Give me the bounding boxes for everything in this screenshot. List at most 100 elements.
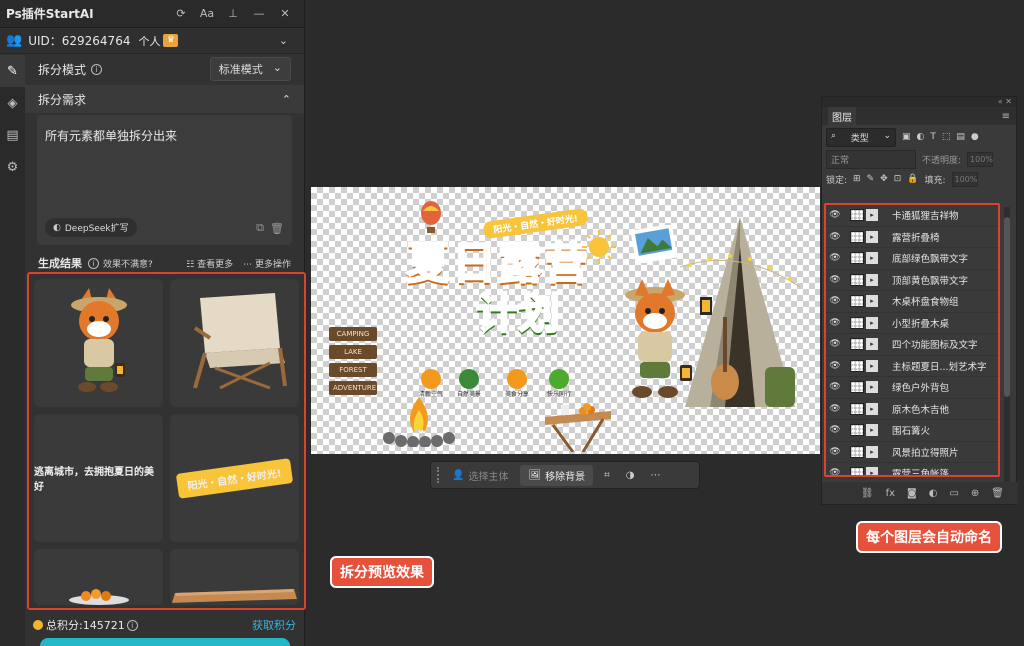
lock-move-icon[interactable]: ✥ — [880, 174, 888, 184]
select-subject-button[interactable]: 👤 选择主体 — [446, 465, 514, 486]
eye-icon[interactable]: 👁 — [826, 404, 844, 414]
scrollbar-thumb[interactable] — [1004, 217, 1010, 397]
eye-icon[interactable]: 👁 — [826, 361, 844, 371]
opacity-field[interactable]: 100% — [967, 151, 994, 167]
panel-menu-icon[interactable]: ≡ — [1002, 111, 1010, 122]
user-info-row[interactable]: 👥 UID：629264764 个人 ♛ ⌄ — [0, 28, 304, 54]
lock-icon[interactable]: 🔒 — [907, 174, 918, 184]
result-tile-text-ribbon[interactable]: 逃离城市，去拥抱夏日的美好 — [34, 414, 163, 542]
filter-shape-icon[interactable]: ⬚ — [942, 132, 951, 142]
new-layer-icon[interactable]: ⊕ — [971, 488, 979, 499]
not-satisfied-link[interactable]: 效果不满意? — [103, 257, 153, 270]
link-layers-icon[interactable]: ⛓ — [861, 488, 874, 499]
chevron-down-icon[interactable]: ⌄ — [279, 34, 288, 47]
layer-row[interactable]: 👁 ▸ 露营三角帐篷 — [826, 463, 998, 475]
layer-row[interactable]: 👁 ▸ 原木色木吉他 — [826, 399, 998, 420]
result-tile-chair[interactable] — [170, 279, 299, 407]
history-icon[interactable]: ⧉ — [256, 221, 264, 235]
eye-icon[interactable]: 👁 — [826, 275, 844, 285]
sign-board: LAKE — [329, 345, 377, 359]
layer-row[interactable]: 👁 ▸ 四个功能图标及文字 — [826, 334, 998, 356]
lock-brush-icon[interactable]: ✎ — [867, 174, 875, 184]
layer-row[interactable]: 👁 ▸ 绿色户外背包 — [826, 377, 998, 399]
eye-icon[interactable]: 👁 — [826, 468, 844, 475]
more-icon[interactable]: ⋯ — [646, 470, 666, 481]
eye-icon[interactable]: 👁 — [826, 253, 844, 263]
result-tile-table[interactable] — [170, 549, 299, 605]
trash-icon[interactable]: 🗑 — [991, 488, 1004, 499]
get-points-link[interactable]: 获取积分 — [252, 617, 296, 633]
chevron-up-icon[interactable]: ⌃ — [282, 93, 291, 106]
gear-icon[interactable]: ⚙ — [0, 151, 25, 183]
document-canvas[interactable]: 阳光・自然・好时光! 夏日露营 计划 CAMPING LAKE FOREST A… — [311, 187, 820, 454]
tab-layers[interactable]: 图层 — [828, 106, 856, 126]
info-icon[interactable]: i — [126, 619, 138, 631]
filter-type-icon[interactable]: T — [930, 132, 936, 142]
close-icon[interactable]: ✕ — [272, 7, 298, 20]
result-tile-fox[interactable] — [34, 279, 163, 407]
lock-transparent-icon[interactable]: ⊞ — [853, 174, 861, 184]
group-folder-icon[interactable]: ▭ — [949, 488, 958, 499]
collapse-icon[interactable]: « — [998, 97, 1003, 106]
fill-field[interactable]: 100% — [951, 171, 978, 187]
drag-handle[interactable] — [437, 467, 440, 483]
split-need-input[interactable]: 所有元素都单独拆分出来 ◐ DeepSeek扩写 ⧉ 🗑 — [37, 115, 292, 245]
result-tile-food[interactable] — [34, 549, 163, 605]
eye-icon[interactable]: 👁 — [826, 210, 844, 220]
split-need-header[interactable]: 拆分需求 ⌃ — [25, 85, 304, 113]
layer-kind-select[interactable]: ⌕ 类型 ⌄ — [826, 127, 896, 147]
mask-icon[interactable]: ◙ — [907, 488, 917, 499]
layer-row[interactable]: 👁 ▸ 围石篝火 — [826, 420, 998, 442]
panel-collapse-bar[interactable]: « ✕ — [822, 97, 1016, 107]
refresh-icon[interactable]: ⟳ — [168, 7, 194, 20]
info-icon[interactable]: i — [88, 257, 99, 269]
eye-icon[interactable]: 👁 — [826, 425, 844, 435]
pin-icon[interactable]: ⊥ — [220, 7, 246, 20]
filter-adjustment-icon[interactable]: ◐ — [917, 132, 925, 142]
document-icon[interactable]: ▤ — [0, 119, 25, 151]
eye-icon[interactable]: 👁 — [826, 382, 844, 392]
see-more-label: 查看更多 — [197, 259, 234, 270]
layer-row[interactable]: 👁 ▸ 主标题夏日...划艺术字 — [826, 356, 998, 377]
filter-toggle-icon[interactable]: ● — [971, 132, 979, 142]
layer-row[interactable]: 👁 ▸ 底部绿色飘带文字 — [826, 248, 998, 270]
lock-artboard-icon[interactable]: ⊡ — [894, 174, 902, 184]
eye-icon[interactable]: 👁 — [826, 296, 844, 306]
split-mode-select[interactable]: 标准模式 ⌄ — [209, 57, 291, 81]
table-image — [171, 589, 298, 603]
deepseek-expand-button[interactable]: ◐ DeepSeek扩写 — [45, 218, 137, 237]
layer-row[interactable]: 👁 ▸ 木桌杯盘食物组 — [826, 291, 998, 313]
blend-mode-select[interactable]: 正常 — [826, 149, 916, 169]
primary-action-button[interactable] — [40, 638, 290, 646]
eye-icon[interactable]: 👁 — [826, 447, 844, 457]
font-size-icon[interactable]: Aa — [194, 7, 220, 20]
result-tile-yellow-ribbon[interactable]: 阳光・自然・好时光! — [170, 414, 299, 542]
info-icon[interactable]: i — [91, 63, 103, 75]
smart-object-icon: ▸ — [866, 273, 878, 286]
fx-icon[interactable]: fx — [886, 488, 895, 499]
adjustment-layer-icon[interactable]: ◐ — [929, 488, 938, 499]
trash-icon[interactable]: 🗑 — [270, 222, 284, 235]
layer-row[interactable]: 👁 ▸ 顶部黄色飘带文字 — [826, 270, 998, 291]
filter-smart-object-icon[interactable]: ▤ — [956, 132, 965, 142]
layer-row[interactable]: 👁 ▸ 露营折叠椅 — [826, 227, 998, 248]
layer-scrollbar[interactable] — [1004, 207, 1010, 487]
layers-icon[interactable]: ◈ — [0, 87, 25, 119]
adjustment-icon[interactable]: ◑ — [621, 470, 640, 481]
remove-background-button[interactable]: 🖼 移除背景 — [520, 464, 594, 486]
eye-icon[interactable]: 👁 — [826, 318, 844, 328]
brush-icon[interactable]: ✎ — [0, 55, 25, 87]
layer-row[interactable]: 👁 ▸ 风景拍立得照片 — [826, 442, 998, 463]
layer-row[interactable]: 👁 ▸ 卡通狐狸吉祥物 — [826, 205, 998, 227]
see-more-button[interactable]: ☷ 查看更多 — [186, 257, 233, 270]
eye-icon[interactable]: 👁 — [826, 339, 844, 349]
close-icon[interactable]: ✕ — [1005, 97, 1012, 106]
more-ops-button[interactable]: ⋯ 更多操作 — [243, 257, 291, 270]
filter-pixel-icon[interactable]: ▣ — [902, 132, 911, 142]
eye-icon[interactable]: 👁 — [826, 232, 844, 242]
minimize-icon[interactable]: — — [246, 7, 272, 20]
crop-icon[interactable]: ⌗ — [599, 470, 615, 481]
feature-icon — [507, 369, 527, 389]
image-icon: 🖼 — [528, 469, 542, 481]
layer-row[interactable]: 👁 ▸ 小型折叠木桌 — [826, 313, 998, 334]
